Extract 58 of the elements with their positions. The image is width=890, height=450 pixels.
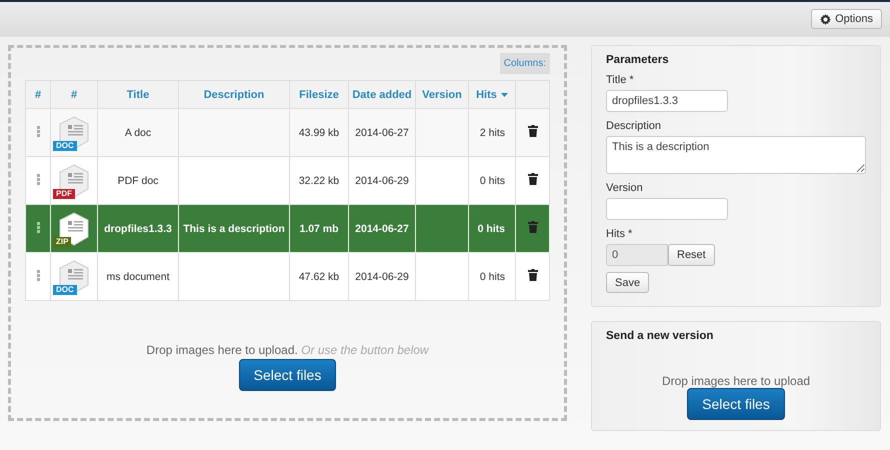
save-button[interactable]: Save [606, 272, 650, 293]
column-header[interactable]: Version [416, 80, 468, 108]
column-header[interactable]: # [50, 80, 98, 108]
file-type-badge: DOC [53, 284, 77, 294]
file-row[interactable]: DOC ms document 47.62 kb 2014-06-29 0 hits [26, 252, 550, 300]
document-icon [57, 210, 91, 246]
file-type-badge: PDF [53, 188, 75, 198]
table-cell: 2014-06-27 [348, 108, 416, 156]
drop-zone[interactable] [8, 45, 567, 421]
gear-icon [820, 14, 832, 24]
table-cell: 2014-06-27 [348, 204, 416, 252]
description-field[interactable]: This is a description [606, 136, 866, 174]
title-field[interactable]: dropfiles1.3.3 [606, 90, 728, 112]
trash-icon[interactable] [528, 125, 538, 137]
trash-icon[interactable] [528, 173, 538, 185]
table-cell: dropfiles1.3.3 [98, 204, 178, 252]
select-files-button[interactable]: Select files [687, 388, 785, 420]
column-header[interactable]: Filesize [290, 80, 348, 108]
trash-icon[interactable] [528, 269, 538, 281]
field-label: Version [606, 182, 643, 194]
version-field[interactable] [606, 198, 728, 220]
file-row[interactable]: ZIP dropfiles1.3.3 This is a description 1.07 mb 2014-06-27 0 hits [26, 204, 550, 252]
drag-handle-icon[interactable] [36, 126, 40, 136]
select-files-button[interactable]: Select files [238, 359, 336, 391]
reset-button[interactable]: Reset [668, 244, 715, 266]
file-type-badge: DOC [53, 140, 77, 150]
column-header[interactable]: # [26, 80, 50, 108]
table-cell: 2014-06-29 [348, 252, 416, 300]
field-label: Title * [606, 74, 634, 86]
column-header[interactable]: Hits [468, 80, 516, 108]
panel-heading: Parameters [606, 54, 669, 66]
file-type-badge: ZIP [53, 236, 72, 246]
table-cell [416, 252, 468, 300]
table-cell: 0 hits [468, 204, 516, 252]
drag-handle-icon[interactable] [36, 222, 40, 232]
table-cell: 1.07 mb [290, 204, 348, 252]
table-cell: 43.99 kb [290, 108, 348, 156]
table-cell: ms document [98, 252, 178, 300]
table-cell: 0 hits [468, 252, 516, 300]
drag-handle-icon[interactable] [36, 174, 40, 184]
table-cell: A doc [98, 108, 178, 156]
table-cell: 47.62 kb [290, 252, 348, 300]
options-button[interactable]: Options [811, 9, 882, 29]
table-cell: 2 hits [468, 108, 516, 156]
table-cell [416, 204, 468, 252]
column-header[interactable]: Date added [348, 80, 416, 108]
table-cell: This is a description [178, 204, 290, 252]
upload-instructions: Drop images here to upload. Or use the button below [145, 343, 430, 357]
panel-heading: Send a new version [606, 330, 714, 342]
upload-instructions: Drop images here to upload [660, 374, 812, 388]
field-label: Hits * [606, 228, 632, 240]
table-cell [416, 108, 468, 156]
file-row[interactable]: DOC A doc 43.99 kb 2014-06-27 2 hits [26, 108, 550, 156]
column-header[interactable]: Title [98, 80, 178, 108]
sort-caret-icon [500, 92, 508, 96]
field-label: Description [606, 120, 662, 132]
drag-handle-icon[interactable] [36, 270, 40, 280]
column-header[interactable]: Description [178, 80, 290, 108]
